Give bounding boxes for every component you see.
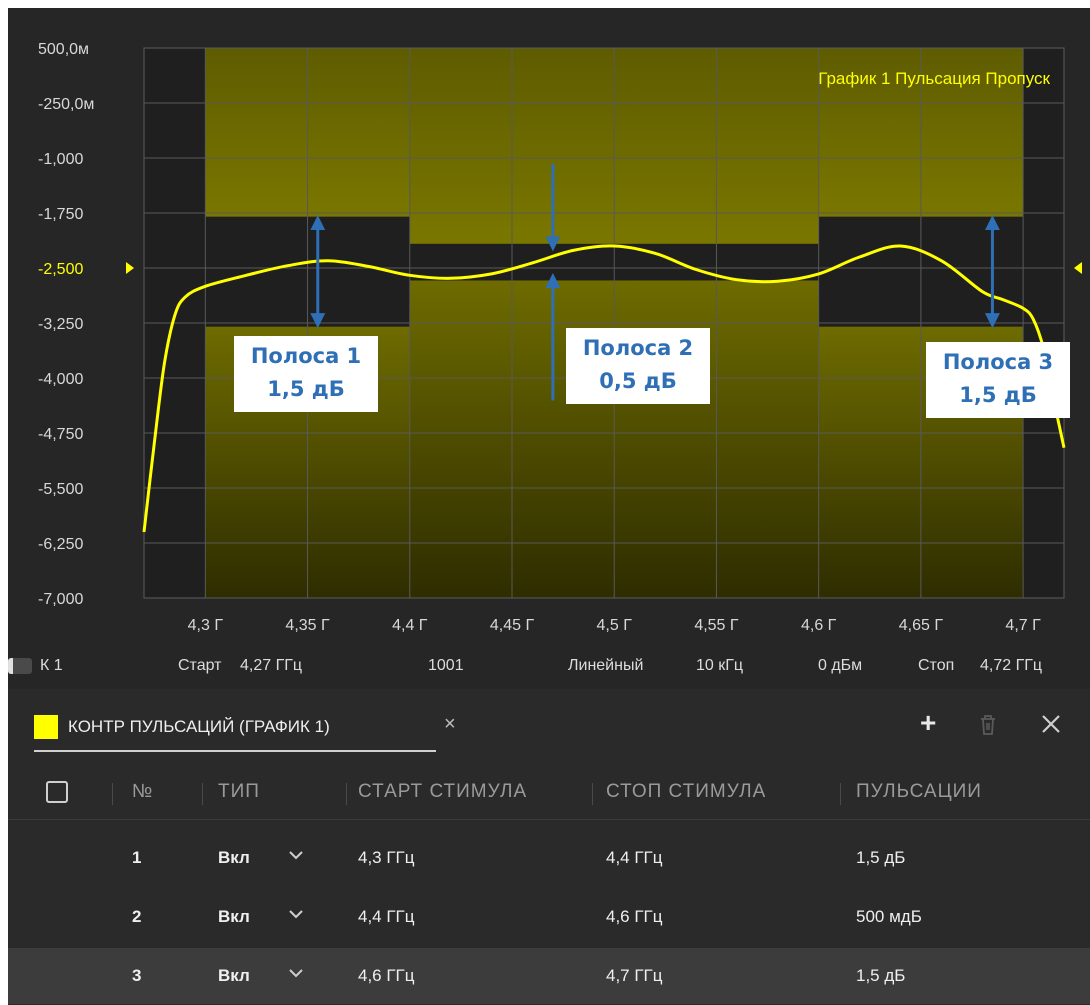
table-row[interactable]: 2 Вкл 4,4 ГГц 4,6 ГГц 500 мдБ (8, 889, 1090, 945)
status-bar: К 1 Старт 4,27 ГГц 1001 Линейный 10 кГц … (8, 645, 1090, 689)
y-tick-label: 500,0м (38, 41, 89, 58)
sweep-type[interactable]: Линейный (568, 657, 643, 675)
band-3-name: Полоса 3 (942, 350, 1054, 374)
y-tick-label: -250,0м (38, 96, 94, 113)
row-ripple[interactable]: 1,5 дБ (856, 966, 905, 986)
row-number: 1 (132, 848, 142, 867)
trace-color-swatch (34, 715, 58, 739)
col-ripple[interactable]: ПУЛЬСАЦИИ (856, 781, 982, 803)
close-icon[interactable] (1038, 711, 1064, 737)
y-tick-label: -5,500 (38, 481, 83, 498)
band-1-note: Полоса 1 1,5 дБ (234, 336, 378, 412)
col-number[interactable]: № (132, 781, 153, 803)
x-tick-label: 4,4 Г (392, 617, 428, 634)
column-separator (592, 783, 593, 805)
x-tick-label: 4,6 Г (801, 617, 837, 634)
y-tick-label: -2,500 (38, 261, 83, 278)
column-separator (112, 783, 113, 805)
y-tick-label: -6,250 (38, 536, 83, 553)
row-start[interactable]: 4,4 ГГц (358, 907, 415, 927)
band-1-name: Полоса 1 (250, 344, 362, 368)
points-value[interactable]: 1001 (428, 657, 464, 675)
table-row[interactable]: 3 Вкл 4,6 ГГц 4,7 ГГц 1,5 дБ (8, 948, 1090, 1004)
column-separator (346, 783, 347, 805)
col-type[interactable]: ТИП (218, 781, 260, 803)
chevron-down-icon[interactable] (288, 850, 304, 860)
channel-label[interactable]: К 1 (40, 657, 63, 675)
add-row-button[interactable]: + (920, 709, 936, 737)
tab-close-icon[interactable]: × (444, 713, 456, 736)
trash-icon[interactable] (978, 713, 998, 737)
y-tick-label: -7,000 (38, 591, 83, 608)
column-separator (840, 783, 841, 805)
col-stop-stimulus[interactable]: СТОП СТИМУЛА (606, 781, 766, 803)
row-stop[interactable]: 4,4 ГГц (606, 848, 663, 868)
table-header: № ТИП СТАРТ СТИМУЛА СТОП СТИМУЛА ПУЛЬСАЦ… (8, 769, 1090, 820)
tab-ripple-limit[interactable]: КОНТР ПУЛЬСАЦИЙ (ГРАФИК 1) (68, 717, 330, 737)
power-value[interactable]: 0 дБм (818, 657, 862, 675)
row-number: 2 (132, 907, 142, 926)
reference-marker-left-icon (126, 262, 134, 274)
chart-title: График 1 Пульсация Пропуск (818, 69, 1050, 88)
y-tick-label: -4,750 (38, 426, 83, 443)
y-tick-label: -1,750 (38, 206, 83, 223)
start-value[interactable]: 4,27 ГГц (240, 657, 302, 675)
band-2-note: Полоса 2 0,5 дБ (566, 328, 710, 404)
band-3-ripple: 1,5 дБ (959, 383, 1037, 407)
stop-value[interactable]: 4,72 ГГц (980, 657, 1042, 675)
row-stop[interactable]: 4,7 ГГц (606, 966, 663, 986)
column-separator (202, 783, 203, 805)
band-1-ripple: 1,5 дБ (267, 377, 345, 401)
channel-toggle[interactable] (8, 658, 32, 674)
col-start-stimulus[interactable]: СТАРТ СТИМУЛА (358, 781, 527, 803)
ripple-limit-panel: КОНТР ПУЛЬСАЦИЙ (ГРАФИК 1) × + № ТИП СТА… (8, 689, 1090, 1005)
row-number: 3 (132, 966, 142, 985)
panel-tab-bar: КОНТР ПУЛЬСАЦИЙ (ГРАФИК 1) × + (8, 689, 1090, 752)
stop-label: Стоп (918, 657, 955, 674)
reference-marker-right-icon (1074, 262, 1082, 274)
x-tick-label: 4,45 Г (490, 617, 535, 634)
table-row[interactable]: 1 Вкл 4,3 ГГц 4,4 ГГц 1,5 дБ (8, 830, 1090, 886)
x-tick-label: 4,65 Г (899, 617, 944, 634)
chevron-down-icon[interactable] (288, 968, 304, 978)
row-stop[interactable]: 4,6 ГГц (606, 907, 663, 927)
chart-area: 500,0м -250,0м -1,000 -1,750 -2,500 -3,250 -4,… (8, 8, 1090, 645)
band-2-name: Полоса 2 (582, 336, 694, 360)
row-type-select[interactable]: Вкл (218, 907, 250, 927)
band-3-note: Полоса 3 1,5 дБ (926, 342, 1070, 418)
start-label: Старт (178, 657, 222, 674)
if-bandwidth[interactable]: 10 кГц (696, 657, 743, 675)
row-ripple[interactable]: 500 мдБ (856, 907, 922, 927)
app-window: 500,0м -250,0м -1,000 -1,750 -2,500 -3,250 -4,… (8, 8, 1090, 1005)
y-tick-label: -3,250 (38, 316, 83, 333)
chevron-down-icon[interactable] (288, 909, 304, 919)
y-tick-label: -4,000 (38, 371, 83, 388)
row-ripple[interactable]: 1,5 дБ (856, 848, 905, 868)
x-tick-label: 4,3 Г (188, 617, 224, 634)
x-tick-label: 4,55 Г (694, 617, 739, 634)
row-type-select[interactable]: Вкл (218, 966, 250, 986)
band-2-ripple: 0,5 дБ (599, 369, 677, 393)
x-tick-label: 4,5 Г (597, 617, 633, 634)
row-start[interactable]: 4,3 ГГц (358, 848, 415, 868)
tab-active-underline (34, 750, 436, 752)
select-all-checkbox[interactable] (46, 781, 68, 803)
x-tick-label: 4,35 Г (285, 617, 330, 634)
ripple-chart: 500,0м -250,0м -1,000 -1,750 -2,500 -3,250 -4,… (38, 41, 1082, 634)
row-type-select[interactable]: Вкл (218, 848, 250, 868)
x-tick-label: 4,7 Г (1005, 617, 1041, 634)
y-tick-label: -1,000 (38, 151, 83, 168)
row-start[interactable]: 4,6 ГГц (358, 966, 415, 986)
